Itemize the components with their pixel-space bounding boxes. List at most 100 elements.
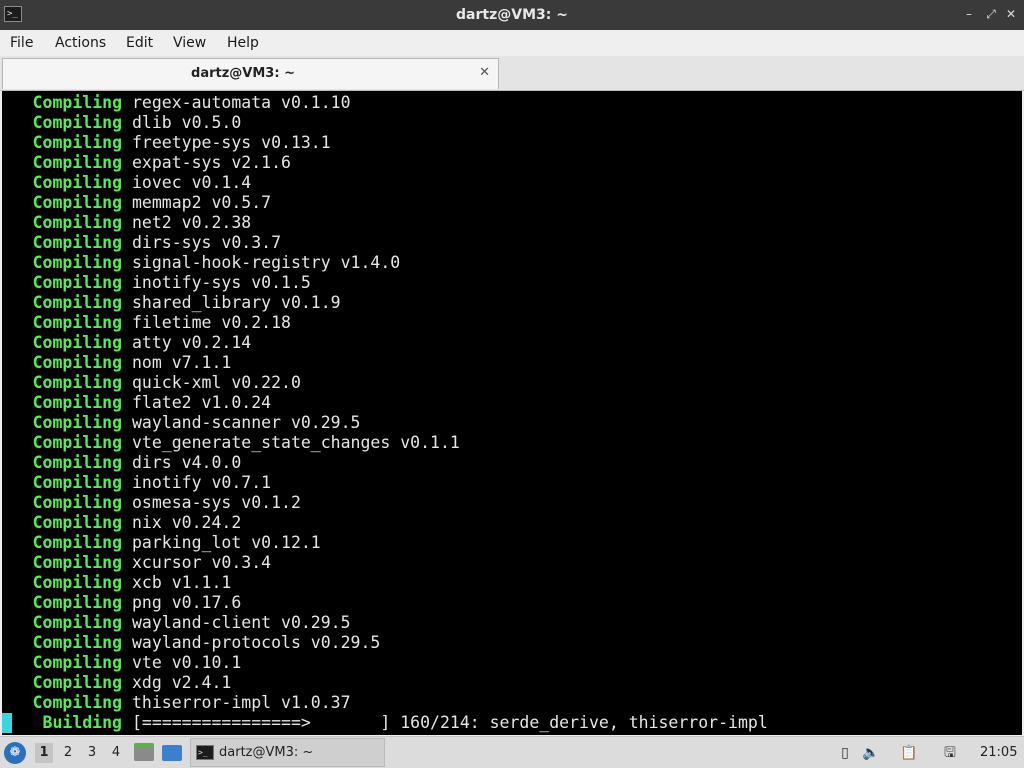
line-keyword: Compiling	[32, 513, 122, 532]
line-keyword: Compiling	[32, 593, 122, 612]
line-text: png v0.17.6	[132, 593, 242, 612]
desktop-switch-3[interactable]: 3	[83, 743, 101, 763]
menu-file[interactable]: File	[10, 30, 33, 56]
line-keyword: Compiling	[32, 213, 122, 232]
line-text: freetype-sys v0.13.1	[132, 133, 331, 152]
line-keyword: Compiling	[32, 293, 122, 312]
terminal-output[interactable]: Compiling regex-automata v0.1.10 Compilin…	[2, 91, 1022, 735]
desktop-switch-1[interactable]: 1	[35, 743, 53, 763]
line-text: wayland-protocols v0.29.5	[132, 633, 381, 652]
line-keyword: Compiling	[32, 653, 122, 672]
line-text: dirs v4.0.0	[132, 453, 242, 472]
line-text: inotify-sys v0.1.5	[132, 273, 311, 292]
line-keyword: Compiling	[32, 93, 122, 112]
line-text: dirs-sys v0.3.7	[132, 233, 282, 252]
line-keyword: Compiling	[32, 233, 122, 252]
line-text: wayland-scanner v0.29.5	[132, 413, 361, 432]
show-desktop-icon[interactable]	[162, 745, 182, 761]
tab-bar: dartz@VM3: ~ ✕	[0, 56, 1024, 91]
menu-actions[interactable]: Actions	[55, 30, 106, 56]
progress-text: 160/214: serde_derive, thiserror-impl	[400, 713, 768, 732]
line-text: nom v7.1.1	[132, 353, 232, 372]
line-keyword: Compiling	[32, 133, 122, 152]
menu-edit[interactable]: Edit	[126, 30, 153, 56]
line-keyword: Compiling	[32, 153, 122, 172]
taskbar: ❁ 1 2 3 4 >_ dartz@VM3: ~ ▯ 🔈 📋 🖫 21:05	[0, 736, 1024, 768]
line-keyword: Compiling	[32, 613, 122, 632]
line-text: vte v0.10.1	[132, 653, 242, 672]
line-text: iovec v0.1.4	[132, 173, 252, 192]
line-text: flate2 v1.0.24	[132, 393, 272, 412]
line-text: wayland-client v0.29.5	[132, 613, 351, 632]
line-text: memmap2 v0.5.7	[132, 193, 272, 212]
line-text: dlib v0.5.0	[132, 113, 242, 132]
line-keyword: Compiling	[32, 673, 122, 692]
tab-terminal[interactable]: dartz@VM3: ~ ✕	[2, 58, 499, 89]
menu-view[interactable]: View	[173, 30, 206, 56]
line-text: filetime v0.2.18	[132, 313, 291, 332]
menu-bar: File Actions Edit View Help	[0, 30, 1024, 56]
line-text: vte_generate_state_changes v0.1.1	[132, 433, 460, 452]
close-icon[interactable]: ✕	[1004, 7, 1018, 21]
window-title: dartz@VM3: ~	[456, 7, 568, 23]
taskbar-task-terminal[interactable]: >_ dartz@VM3: ~	[190, 738, 385, 767]
line-text: net2 v0.2.38	[132, 213, 252, 232]
line-text: parking_lot v0.12.1	[132, 533, 321, 552]
menu-help[interactable]: Help	[227, 30, 259, 56]
terminal-icon: >_	[196, 745, 214, 760]
status-text: [================> ] 160/214: serde_deri…	[132, 713, 768, 733]
volume-icon[interactable]: 🔈	[862, 744, 880, 762]
line-text: osmesa-sys v0.1.2	[132, 493, 301, 512]
line-keyword: Compiling	[32, 693, 122, 712]
maximize-icon[interactable]: ⤢	[984, 7, 998, 21]
network-icon[interactable]: 🖫	[928, 744, 972, 762]
line-keyword: Compiling	[32, 473, 122, 492]
line-keyword: Compiling	[32, 333, 122, 352]
line-keyword: Compiling	[32, 193, 122, 212]
line-text: inotify v0.7.1	[132, 473, 272, 492]
desktop-switch-2[interactable]: 2	[59, 743, 77, 763]
start-menu-icon[interactable]: ❁	[4, 742, 26, 764]
line-text: nix v0.24.2	[132, 513, 242, 532]
line-text: xcursor v0.3.4	[132, 553, 272, 572]
line-keyword: Compiling	[32, 273, 122, 292]
line-keyword: Compiling	[32, 313, 122, 332]
line-keyword: Compiling	[32, 113, 122, 132]
line-keyword: Compiling	[32, 413, 122, 432]
file-manager-icon[interactable]	[134, 743, 154, 761]
line-keyword: Compiling	[32, 633, 122, 652]
task-label: dartz@VM3: ~	[219, 745, 314, 760]
line-keyword: Compiling	[32, 553, 122, 572]
line-text: quick-xml v0.22.0	[132, 373, 301, 392]
line-keyword: Compiling	[32, 453, 122, 472]
line-keyword: Compiling	[32, 173, 122, 192]
line-keyword: Compiling	[32, 433, 122, 452]
line-keyword: Compiling	[32, 393, 122, 412]
status-keyword: Building	[42, 713, 122, 732]
line-text: expat-sys v2.1.6	[132, 153, 291, 172]
clipboard-icon[interactable]: ▯	[836, 744, 854, 762]
line-text: atty v0.2.14	[132, 333, 252, 352]
progress-bar-text: [================> ]	[132, 713, 391, 732]
line-keyword: Compiling	[32, 573, 122, 592]
line-text: thiserror-impl v1.0.37	[132, 693, 351, 712]
line-text: xdg v2.4.1	[132, 673, 232, 692]
clock[interactable]: 21:05	[980, 737, 1017, 768]
line-keyword: Compiling	[32, 493, 122, 512]
notes-icon[interactable]: 📋	[900, 744, 918, 762]
terminal-window: >_ dartz@VM3: ~ – ⤢ ✕ File Actions Edit …	[0, 0, 1024, 736]
line-text: shared_library v0.1.9	[132, 293, 341, 312]
line-keyword: Compiling	[32, 253, 122, 272]
tab-label: dartz@VM3: ~	[191, 66, 295, 81]
minimize-icon[interactable]: –	[962, 7, 976, 21]
line-keyword: Compiling	[32, 533, 122, 552]
line-text: signal-hook-registry v1.4.0	[132, 253, 401, 272]
title-bar[interactable]: >_ dartz@VM3: ~ – ⤢ ✕	[0, 0, 1024, 30]
close-icon[interactable]: ✕	[479, 65, 490, 80]
terminal-cursor	[2, 713, 12, 733]
line-keyword: Compiling	[32, 373, 122, 392]
line-keyword: Compiling	[32, 353, 122, 372]
desktop-switch-4[interactable]: 4	[107, 743, 125, 763]
line-text: xcb v1.1.1	[132, 573, 232, 592]
line-text: regex-automata v0.1.10	[132, 93, 351, 112]
